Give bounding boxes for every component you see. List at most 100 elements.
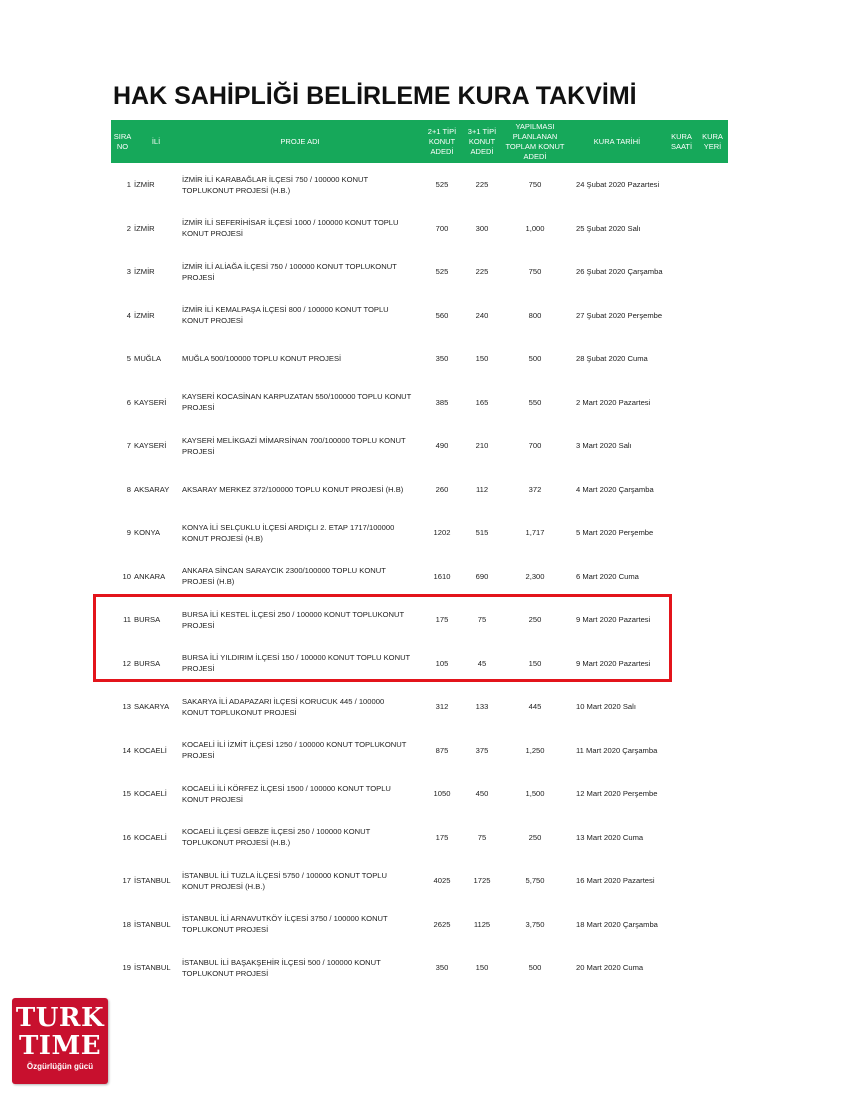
row-kura-yeri xyxy=(697,468,728,512)
header-2-1-line1: 2+1 TİPİ xyxy=(427,126,457,136)
row-toplam-adet: 550 xyxy=(528,397,542,407)
table-row: 5 MUĞLA MUĞLA 500/100000 TOPLU KONUT PROJE… xyxy=(111,337,728,381)
row-3-1-adet: 150 xyxy=(475,354,489,364)
row-toplam-adet: 700 xyxy=(528,441,542,451)
row-proje-adi: KOCAELİ İLÇESİ GEBZE İLÇESİ 250 / 100000… xyxy=(182,827,371,848)
row-kura-saati xyxy=(666,685,697,729)
row-kura-yeri xyxy=(697,598,728,642)
row-toplam-adet: 3,750 xyxy=(525,919,545,929)
row-kura-tarihi: 26 Şubat 2020 Çarşamba xyxy=(576,267,663,277)
row-il: İSTANBUL xyxy=(134,919,171,929)
row-2-1-adet: 312 xyxy=(435,702,449,712)
row-kura-tarihi: 11 Mart 2020 Çarşamba xyxy=(576,745,658,755)
header-toplam-konut: YAPILMASI PLANLANAN TOPLAM KONUT ADEDİ xyxy=(502,120,568,163)
header-proje-adi: PROJE ADI xyxy=(178,120,422,163)
row-no: 14 xyxy=(122,745,131,755)
row-2-1-adet: 1050 xyxy=(433,789,451,799)
row-kura-tarihi: 24 Şubat 2020 Pazartesi xyxy=(576,180,660,190)
row-3-1-adet: 225 xyxy=(475,180,489,190)
row-kura-yeri xyxy=(697,816,728,860)
header-kura-yeri: KURA YERİ xyxy=(697,120,728,163)
row-no: 9 xyxy=(126,528,131,538)
header-sira-no: SIRA NO xyxy=(111,120,134,163)
row-il: KAYSERİ xyxy=(134,397,167,407)
row-2-1-adet: 700 xyxy=(435,223,449,233)
row-il: İSTANBUL xyxy=(134,963,171,973)
row-kura-yeri xyxy=(697,859,728,903)
row-2-1-adet: 525 xyxy=(435,267,449,277)
row-kura-tarihi: 10 Mart 2020 Salı xyxy=(576,702,636,712)
row-il: KOCAELİ xyxy=(134,745,167,755)
row-proje-adi: KOCAELİ İLİ İZMİT İLÇESİ 1250 / 100000 K… xyxy=(182,740,407,761)
table-header: SIRA NO İLİ PROJE ADI 2+1 TİPİ KONUT ADE… xyxy=(111,120,728,163)
row-toplam-adet: 500 xyxy=(528,354,542,364)
row-il: İZMİR xyxy=(134,180,155,190)
row-kura-yeri xyxy=(697,772,728,816)
row-kura-tarihi: 16 Mart 2020 Pazartesi xyxy=(576,876,655,886)
row-2-1-adet: 260 xyxy=(435,484,449,494)
logo-line-1: TURK xyxy=(15,1003,105,1033)
row-no: 4 xyxy=(126,310,131,320)
row-toplam-adet: 1,500 xyxy=(525,789,545,799)
row-toplam-adet: 250 xyxy=(528,832,542,842)
row-kura-tarihi: 20 Mart 2020 Cuma xyxy=(576,963,644,973)
table-row: 2 İZMİR İZMİR İLİ SEFERİHİSAR İLÇESİ 1000 … xyxy=(111,207,728,251)
table-row: 16 KOCAELİ KOCAELİ İLÇESİ GEBZE İLÇESİ 250… xyxy=(111,816,728,860)
table-row: 9 KONYA KONYA İLİ SELÇUKLU İLÇESİ ARDIÇLI … xyxy=(111,511,728,555)
header-il: İLİ xyxy=(134,120,178,163)
row-toplam-adet: 1,717 xyxy=(525,528,545,538)
page-title: HAK SAHİPLİĞİ BELİRLEME KURA TAKVİMİ xyxy=(113,82,637,110)
header-sira-no-line2: NO xyxy=(116,141,129,151)
row-kura-yeri xyxy=(697,337,728,381)
row-il: KAYSERİ xyxy=(134,441,167,451)
row-kura-yeri xyxy=(697,207,728,251)
row-kura-yeri xyxy=(697,903,728,947)
row-3-1-adet: 450 xyxy=(475,789,489,799)
logo-tagline: Özgürlüğün gücü xyxy=(26,1062,94,1071)
row-proje-adi: İZMİR İLİ KARABAĞLAR İLÇESİ 750 / 100000… xyxy=(182,174,368,195)
header-kura-saati: KURA SAATİ xyxy=(666,120,697,163)
row-3-1-adet: 515 xyxy=(475,528,489,538)
row-no: 8 xyxy=(126,484,131,494)
table-row: 14 KOCAELİ KOCAELİ İLİ İZMİT İLÇESİ 1250 /… xyxy=(111,729,728,773)
row-kura-yeri xyxy=(697,381,728,425)
row-il: SAKARYA xyxy=(134,702,170,712)
row-kura-yeri xyxy=(697,424,728,468)
row-toplam-adet: 500 xyxy=(528,963,542,973)
header-toplam-line2: PLANLANAN xyxy=(512,131,558,141)
row-toplam-adet: 750 xyxy=(528,267,542,277)
table-row: 3 İZMİR İZMİR İLİ ALİAĞA İLÇESİ 750 / 1000… xyxy=(111,250,728,294)
row-proje-adi: KONYA İLİ SELÇUKLU İLÇESİ ARDIÇLI 2. ETA… xyxy=(182,522,395,543)
header-3-1-line2: KONUT xyxy=(468,136,496,146)
row-kura-yeri xyxy=(697,642,728,686)
row-kura-yeri xyxy=(697,946,728,990)
row-kura-saati xyxy=(666,816,697,860)
row-kura-saati xyxy=(666,729,697,773)
row-kura-saati xyxy=(666,772,697,816)
row-kura-saati xyxy=(666,859,697,903)
row-no: 10 xyxy=(122,571,131,581)
row-2-1-adet: 875 xyxy=(435,745,449,755)
row-kura-saati xyxy=(666,163,697,207)
row-3-1-adet: 133 xyxy=(475,702,489,712)
row-no: 1 xyxy=(126,180,131,190)
row-3-1-adet: 1725 xyxy=(473,876,491,886)
row-3-1-adet: 210 xyxy=(475,441,489,451)
header-toplam-line3: TOPLAM KONUT xyxy=(505,141,565,151)
row-toplam-adet: 5,750 xyxy=(525,876,545,886)
row-2-1-adet: 4025 xyxy=(433,876,451,886)
row-2-1-adet: 350 xyxy=(435,354,449,364)
row-proje-adi: ANKARA SİNCAN SARAYCIK 2300/100000 TOPLU… xyxy=(182,566,386,587)
row-kura-yeri xyxy=(697,511,728,555)
row-kura-yeri xyxy=(697,294,728,338)
row-2-1-adet: 560 xyxy=(435,310,449,320)
row-kura-tarihi: 4 Mart 2020 Çarşamba xyxy=(576,484,654,494)
row-3-1-adet: 225 xyxy=(475,267,489,277)
row-3-1-adet: 112 xyxy=(475,484,489,494)
row-2-1-adet: 1610 xyxy=(433,571,451,581)
row-proje-adi: İZMİR İLİ KEMALPAŞA İLÇESİ 800 / 100000 … xyxy=(182,305,389,326)
row-no: 13 xyxy=(122,702,131,712)
row-3-1-adet: 75 xyxy=(477,832,487,842)
row-2-1-adet: 2625 xyxy=(433,919,451,929)
table-row: 10 ANKARA ANKARA SİNCAN SARAYCIK 2300/1000… xyxy=(111,555,728,599)
